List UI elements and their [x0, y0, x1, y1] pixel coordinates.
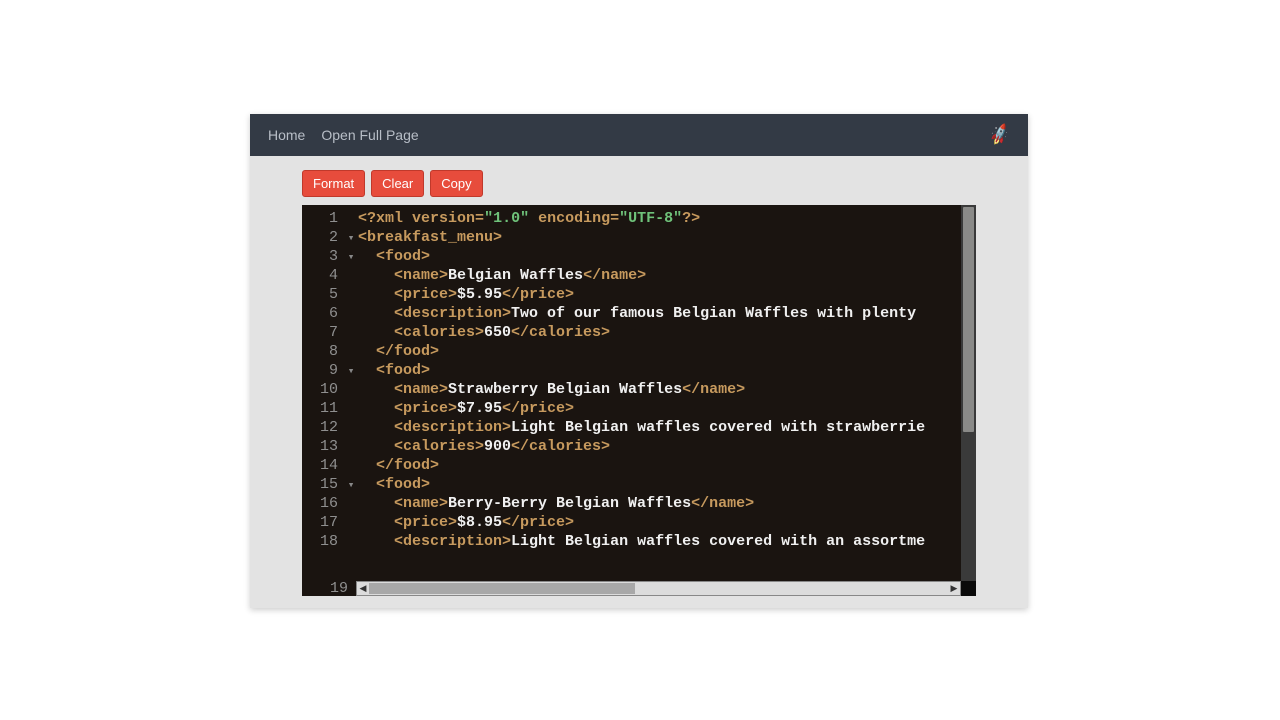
copy-button[interactable]: Copy: [430, 170, 482, 197]
code-line[interactable]: <description>Two of our famous Belgian W…: [358, 304, 961, 323]
line-number: 12: [306, 418, 338, 437]
scroll-right-icon[interactable]: ▶: [948, 583, 960, 594]
code-line[interactable]: <description>Light Belgian waffles cover…: [358, 418, 961, 437]
code-line[interactable]: <food>: [358, 475, 961, 494]
fold-gutter[interactable]: ▾▾▾▾: [346, 205, 356, 581]
fold-marker: [346, 266, 356, 285]
code-line[interactable]: </food>: [358, 342, 961, 361]
horizontal-scroll-thumb[interactable]: [369, 583, 635, 594]
vertical-scroll-thumb[interactable]: [963, 207, 974, 432]
fold-marker: [346, 209, 356, 228]
rocket-icon[interactable]: 🚀: [987, 122, 1013, 148]
code-line[interactable]: <price>$8.95</price>: [358, 513, 961, 532]
code-line[interactable]: <name>Berry-Berry Belgian Waffles</name>: [358, 494, 961, 513]
line-number: 9: [306, 361, 338, 380]
line-number: 4: [306, 266, 338, 285]
line-number: 8: [306, 342, 338, 361]
line-number-last: 19: [302, 581, 356, 596]
fold-marker: [346, 304, 356, 323]
line-number-gutter: 123456789101112131415161718: [302, 205, 346, 581]
line-number: 3: [306, 247, 338, 266]
code-line[interactable]: <name>Strawberry Belgian Waffles</name>: [358, 380, 961, 399]
line-number: 6: [306, 304, 338, 323]
fold-marker: [346, 418, 356, 437]
fold-marker: [346, 532, 356, 551]
code-line[interactable]: <calories>900</calories>: [358, 437, 961, 456]
code-line[interactable]: <price>$5.95</price>: [358, 285, 961, 304]
code-line[interactable]: <?xml version="1.0" encoding="UTF-8"?>: [358, 209, 961, 228]
line-number: 18: [306, 532, 338, 551]
line-number: 17: [306, 513, 338, 532]
vertical-scrollbar[interactable]: [961, 205, 976, 581]
code-editor[interactable]: 123456789101112131415161718 ▾▾▾▾ <?xml v…: [302, 205, 976, 581]
fold-marker: [346, 323, 356, 342]
fold-marker: [346, 285, 356, 304]
fold-marker: [346, 456, 356, 475]
app-window: Home Open Full Page 🚀 Format Clear Copy …: [250, 114, 1028, 608]
code-content[interactable]: <?xml version="1.0" encoding="UTF-8"?><b…: [356, 205, 961, 581]
fold-marker: [346, 437, 356, 456]
line-number: 2: [306, 228, 338, 247]
clear-button[interactable]: Clear: [371, 170, 424, 197]
fold-marker: [346, 399, 356, 418]
line-number: 1: [306, 209, 338, 228]
editor-container: 123456789101112131415161718 ▾▾▾▾ <?xml v…: [302, 205, 976, 596]
line-number: 10: [306, 380, 338, 399]
code-line[interactable]: <description>Light Belgian waffles cover…: [358, 532, 961, 551]
scroll-corner: [961, 581, 976, 596]
fold-marker: [346, 380, 356, 399]
format-button[interactable]: Format: [302, 170, 365, 197]
hscroll-track[interactable]: [369, 582, 948, 595]
code-line[interactable]: <calories>650</calories>: [358, 323, 961, 342]
line-number: 11: [306, 399, 338, 418]
fold-marker: [346, 494, 356, 513]
topbar: Home Open Full Page 🚀: [250, 114, 1028, 156]
horizontal-scrollbar[interactable]: ◀ ▶: [356, 581, 961, 596]
code-line[interactable]: <name>Belgian Waffles</name>: [358, 266, 961, 285]
action-toolbar: Format Clear Copy: [250, 156, 1028, 205]
code-line[interactable]: <food>: [358, 361, 961, 380]
fold-marker: [346, 342, 356, 361]
code-line[interactable]: <price>$7.95</price>: [358, 399, 961, 418]
code-line[interactable]: <food>: [358, 247, 961, 266]
code-line[interactable]: <breakfast_menu>: [358, 228, 961, 247]
line-number: 13: [306, 437, 338, 456]
scroll-left-icon[interactable]: ◀: [357, 583, 369, 594]
line-number: 7: [306, 323, 338, 342]
line-number: 14: [306, 456, 338, 475]
nav-open-full-page-link[interactable]: Open Full Page: [321, 127, 418, 143]
line-number: 16: [306, 494, 338, 513]
line-number: 5: [306, 285, 338, 304]
fold-marker[interactable]: ▾: [346, 247, 356, 266]
fold-marker[interactable]: ▾: [346, 361, 356, 380]
nav-home-link[interactable]: Home: [268, 127, 305, 143]
hscroll-row: 19 ◀ ▶: [302, 581, 976, 596]
fold-marker[interactable]: ▾: [346, 228, 356, 247]
fold-marker: [346, 513, 356, 532]
fold-marker[interactable]: ▾: [346, 475, 356, 494]
code-line[interactable]: </food>: [358, 456, 961, 475]
line-number: 15: [306, 475, 338, 494]
